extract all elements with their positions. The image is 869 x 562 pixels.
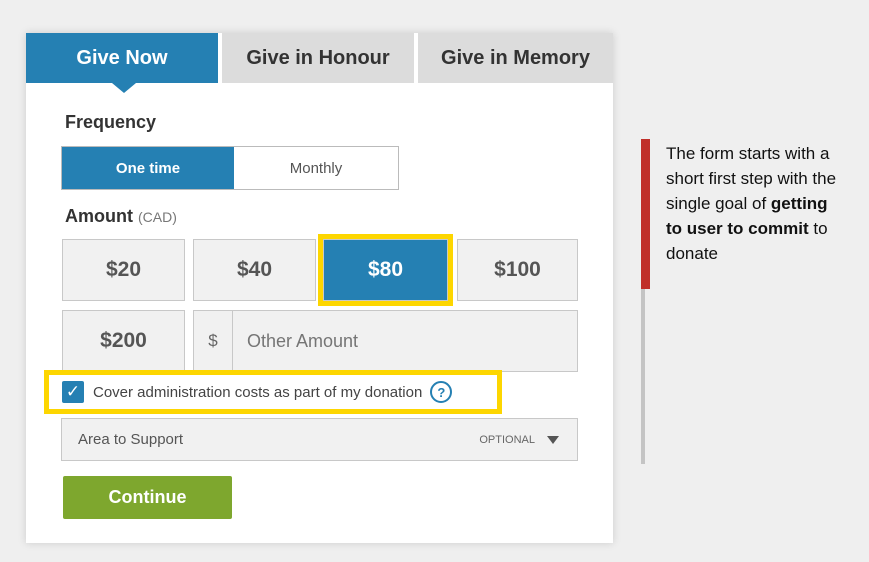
note-accent-bar xyxy=(641,139,650,289)
currency-symbol: $ xyxy=(194,311,233,371)
other-amount-input[interactable] xyxy=(233,311,577,371)
other-amount-field: $ xyxy=(193,310,578,372)
amount-200-button[interactable]: $200 xyxy=(62,310,185,372)
frequency-one-time[interactable]: One time xyxy=(62,147,234,189)
amount-label-text: Amount xyxy=(65,206,133,226)
area-to-support-label: Area to Support xyxy=(78,431,184,448)
tab-give-now[interactable]: Give Now xyxy=(26,33,218,83)
cover-costs-checkbox[interactable]: ✓ xyxy=(62,381,84,403)
caret-down-icon xyxy=(547,435,559,444)
cover-costs-label[interactable]: Cover administration costs as part of my… xyxy=(93,384,422,401)
amount-currency: (CAD) xyxy=(138,209,177,225)
frequency-label: Frequency xyxy=(65,112,157,132)
tab-give-in-honour[interactable]: Give in Honour xyxy=(222,33,414,83)
help-icon[interactable]: ? xyxy=(430,381,453,403)
optional-tag: OPTIONAL xyxy=(479,433,535,446)
tab-give-in-memory[interactable]: Give in Memory xyxy=(418,33,613,83)
checkmark-icon: ✓ xyxy=(65,382,81,401)
active-tab-indicator xyxy=(112,83,136,93)
amount-20-button[interactable]: $20 xyxy=(62,239,185,301)
continue-button[interactable]: Continue xyxy=(63,476,232,519)
amount-label: Amount (CAD) xyxy=(65,206,177,227)
amount-40-button[interactable]: $40 xyxy=(193,239,316,301)
note-divider xyxy=(641,289,645,464)
amount-80-button[interactable]: $80 xyxy=(318,234,453,306)
cover-costs-highlight: ✓ Cover administration costs as part of … xyxy=(44,370,502,414)
annotation-note: The form starts with a short first step … xyxy=(666,141,846,266)
frequency-toggle: One time Monthly xyxy=(61,146,399,190)
area-to-support-select[interactable]: Area to Support OPTIONAL xyxy=(61,418,578,461)
frequency-monthly[interactable]: Monthly xyxy=(234,147,398,189)
amount-100-button[interactable]: $100 xyxy=(457,239,578,301)
